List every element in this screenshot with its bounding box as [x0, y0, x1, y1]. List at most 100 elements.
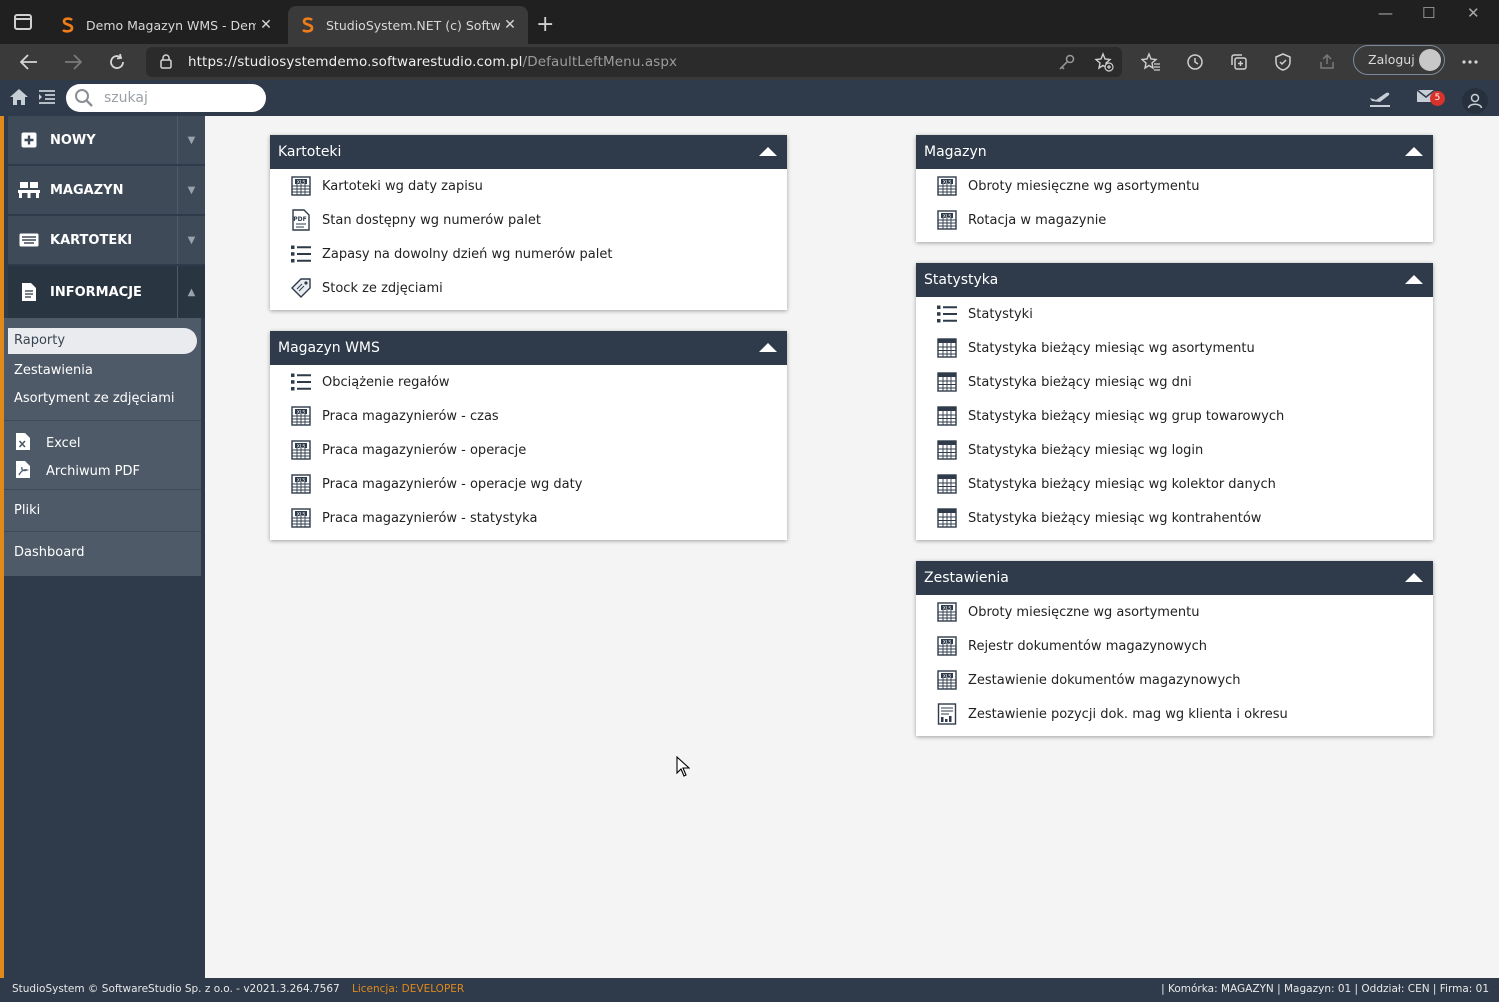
- license-value: DEVELOPER: [401, 983, 465, 995]
- menu-item-magazyn[interactable]: MAGAZYN ▼: [8, 166, 205, 214]
- collapse-icon[interactable]: [1405, 275, 1423, 284]
- report-link[interactable]: Statystyka bieżący miesiąc wg grup towar…: [916, 399, 1433, 433]
- report-label: Rejestr dokumentów magazynowych: [968, 638, 1207, 654]
- report-link[interactable]: XLS Rotacja w magazynie: [916, 203, 1433, 237]
- report-link[interactable]: Statystyka bieżący miesiąc wg kolektor d…: [916, 467, 1433, 501]
- report-link[interactable]: XLS Obroty miesięczne wg asortymentu: [916, 595, 1433, 629]
- submenu-item-pliki[interactable]: Pliki: [14, 503, 40, 518]
- menu-label: INFORMACJE: [50, 284, 142, 300]
- report-link[interactable]: Statystyka bieżący miesiąc wg login: [916, 433, 1433, 467]
- svg-text:PDF: PDF: [293, 216, 306, 223]
- panel-header: Magazyn: [916, 135, 1433, 169]
- chevron-down-icon[interactable]: ▼: [177, 216, 205, 264]
- collections-icon[interactable]: [1227, 50, 1251, 74]
- panel-title: Magazyn WMS: [278, 340, 380, 356]
- report-link[interactable]: XLS Zestawienie dokumentów magazynowych: [916, 663, 1433, 697]
- maximize-icon[interactable]: ☐: [1422, 4, 1435, 22]
- report-link[interactable]: XLS Praca magazynierów - operacje: [270, 433, 787, 467]
- report-label: Statystyka bieżący miesiąc wg asortyment…: [968, 340, 1255, 356]
- panel-statystyka: Statystyka Statystyki Statystyka bieżący…: [916, 263, 1433, 540]
- submenu-item-archiwum-pdf[interactable]: Archiwum PDF: [16, 461, 140, 482]
- submenu-item-zestawienia[interactable]: Zestawienia: [14, 363, 93, 378]
- report-link[interactable]: XLS Praca magazynierów - statystyka: [270, 501, 787, 535]
- airplane-icon[interactable]: [1368, 88, 1392, 112]
- chevron-up-icon[interactable]: ▲: [177, 266, 205, 318]
- report-label: Statystyki: [968, 306, 1033, 322]
- profile-button[interactable]: Zaloguj: [1353, 45, 1445, 75]
- refresh-icon[interactable]: [105, 50, 129, 74]
- collapse-icon[interactable]: [1405, 147, 1423, 156]
- report-label: Praca magazynierów - statystyka: [322, 510, 538, 526]
- report-link[interactable]: PDF Stan dostępny wg numerów palet: [270, 203, 787, 237]
- search-input[interactable]: [104, 88, 254, 108]
- panel-title: Zestawienia: [924, 570, 1009, 586]
- close-tab-icon[interactable]: ✕: [500, 17, 520, 33]
- report-link[interactable]: Statystyka bieżący miesiąc wg kontrahent…: [916, 501, 1433, 535]
- address-bar[interactable]: https://studiosystemdemo.softwarestudio.…: [146, 47, 1122, 77]
- report-link[interactable]: XLS Obroty miesięczne wg asortymentu: [916, 169, 1433, 203]
- menu-label: NOWY: [50, 132, 96, 148]
- collapse-icon[interactable]: [1405, 573, 1423, 582]
- user-icon[interactable]: [1462, 88, 1488, 114]
- collapse-icon[interactable]: [759, 147, 777, 156]
- tab-actions-icon[interactable]: [14, 14, 32, 30]
- minimize-icon[interactable]: —: [1378, 4, 1393, 22]
- report-label: Obroty miesięczne wg asortymentu: [968, 604, 1200, 620]
- list-icon: [936, 303, 958, 325]
- share-icon[interactable]: [1315, 50, 1339, 74]
- extensions-icon[interactable]: [1271, 50, 1295, 74]
- browser-tab-strip: Demo Magazyn WMS - Demo o ✕ StudioSystem…: [0, 0, 1499, 44]
- grid-icon: [936, 507, 958, 529]
- add-favorite-icon[interactable]: [1094, 52, 1114, 76]
- menu-toggle-icon[interactable]: [38, 89, 56, 109]
- browser-tab-1[interactable]: Demo Magazyn WMS - Demo o ✕: [48, 6, 284, 44]
- report-icon: [936, 703, 958, 725]
- submenu-item-asortyment[interactable]: Asortyment ze zdjęciami: [14, 391, 175, 406]
- menu-item-informacje[interactable]: INFORMACJE ▲: [8, 266, 205, 318]
- report-link[interactable]: Statystyki: [916, 297, 1433, 331]
- submenu-informacje: Raporty Zestawienia Asortyment ze zdjęci…: [4, 318, 201, 576]
- report-link[interactable]: Zapasy na dowolny dzień wg numerów palet: [270, 237, 787, 271]
- panel-title: Magazyn: [924, 144, 987, 160]
- report-link[interactable]: Obciążenie regałów: [270, 365, 787, 399]
- report-link[interactable]: Statystyka bieżący miesiąc wg dni: [916, 365, 1433, 399]
- browser-tab-2-active[interactable]: StudioSystem.NET (c) SoftwareSt ✕: [288, 6, 528, 44]
- report-link[interactable]: XLS Rejestr dokumentów magazynowych: [916, 629, 1433, 663]
- submenu-item-raporty[interactable]: Raporty: [8, 328, 197, 354]
- report-link[interactable]: XLS Praca magazynierów - operacje wg daty: [270, 467, 787, 501]
- search-box[interactable]: [66, 84, 266, 112]
- chevron-down-icon[interactable]: ▼: [177, 116, 205, 164]
- close-tab-icon[interactable]: ✕: [256, 17, 276, 33]
- menu-item-kartoteki[interactable]: KARTOTEKI ▼: [8, 216, 205, 264]
- list-icon: [290, 243, 312, 265]
- collapse-icon[interactable]: [759, 343, 777, 352]
- submenu-item-excel[interactable]: Excel: [16, 433, 80, 454]
- back-icon[interactable]: [17, 50, 41, 74]
- history-icon[interactable]: [1183, 50, 1207, 74]
- lock-icon[interactable]: [160, 54, 172, 73]
- window-close-icon[interactable]: ✕: [1467, 4, 1480, 22]
- plus-square-icon: [8, 132, 50, 148]
- avatar: [1419, 49, 1441, 71]
- report-link[interactable]: Statystyka bieżący miesiąc wg asortyment…: [916, 331, 1433, 365]
- favorites-icon[interactable]: [1139, 50, 1163, 74]
- chevron-down-icon[interactable]: ▼: [177, 166, 205, 214]
- home-icon[interactable]: [9, 88, 29, 110]
- left-menu: NOWY ▼ MAGAZYN ▼ KARTOTEKI ▼ INFORMACJE …: [0, 116, 205, 978]
- grid-icon: [936, 337, 958, 359]
- report-link[interactable]: XLS Kartoteki wg daty zapisu: [270, 169, 787, 203]
- profile-label: Zaloguj: [1368, 52, 1415, 67]
- more-menu-icon[interactable]: [1458, 50, 1482, 74]
- mouse-cursor-icon: [676, 755, 691, 782]
- report-link[interactable]: Stock ze zdjęciami: [270, 271, 787, 305]
- menu-item-nowy[interactable]: NOWY ▼: [8, 116, 205, 164]
- xls-icon: XLS: [290, 405, 312, 427]
- studiosystem-favicon-icon: [60, 17, 76, 33]
- report-label: Zestawienie dokumentów magazynowych: [968, 672, 1241, 688]
- key-icon[interactable]: [1058, 53, 1076, 75]
- report-link[interactable]: XLS Praca magazynierów - czas: [270, 399, 787, 433]
- report-link[interactable]: Zestawienie pozycji dok. mag wg klienta …: [916, 697, 1433, 731]
- submenu-item-dashboard[interactable]: Dashboard: [14, 545, 85, 560]
- new-tab-icon[interactable]: +: [536, 12, 554, 37]
- forward-icon[interactable]: [61, 50, 85, 74]
